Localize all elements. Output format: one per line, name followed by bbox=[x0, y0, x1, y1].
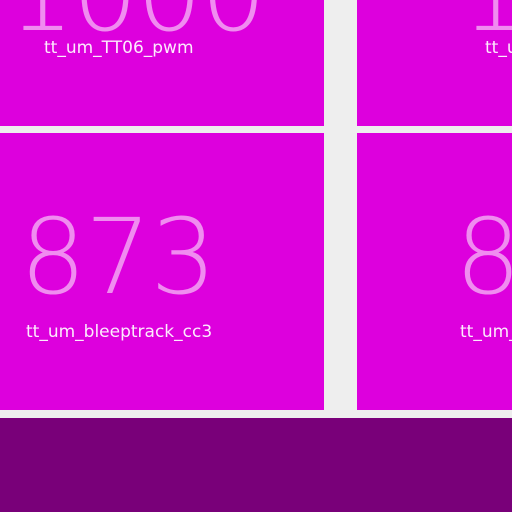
tile-bottom-right[interactable]: 8 tt_um_ bbox=[357, 133, 512, 410]
tile-label: tt_um_TT06_pwm bbox=[44, 38, 194, 58]
tile-value: 873 bbox=[20, 196, 217, 318]
tile-bleeptrack-cc3[interactable]: 873 tt_um_bleeptrack_cc3 bbox=[0, 133, 324, 410]
tile-label: tt_um_bleeptrack_cc3 bbox=[26, 322, 213, 342]
tile-label: tt_um_ bbox=[460, 322, 512, 342]
tile-grid: 1000 tt_um_TT06_pwm 1000 tt_um_... 873 t… bbox=[0, 0, 512, 512]
tile-value: 8 bbox=[455, 196, 512, 318]
tile-tt06-pwm[interactable]: 1000 tt_um_TT06_pwm bbox=[0, 0, 324, 126]
tile-label: tt_um_... bbox=[485, 38, 512, 58]
tile-top-right[interactable]: 1000 tt_um_... bbox=[357, 0, 512, 126]
footer-bar bbox=[0, 418, 512, 512]
